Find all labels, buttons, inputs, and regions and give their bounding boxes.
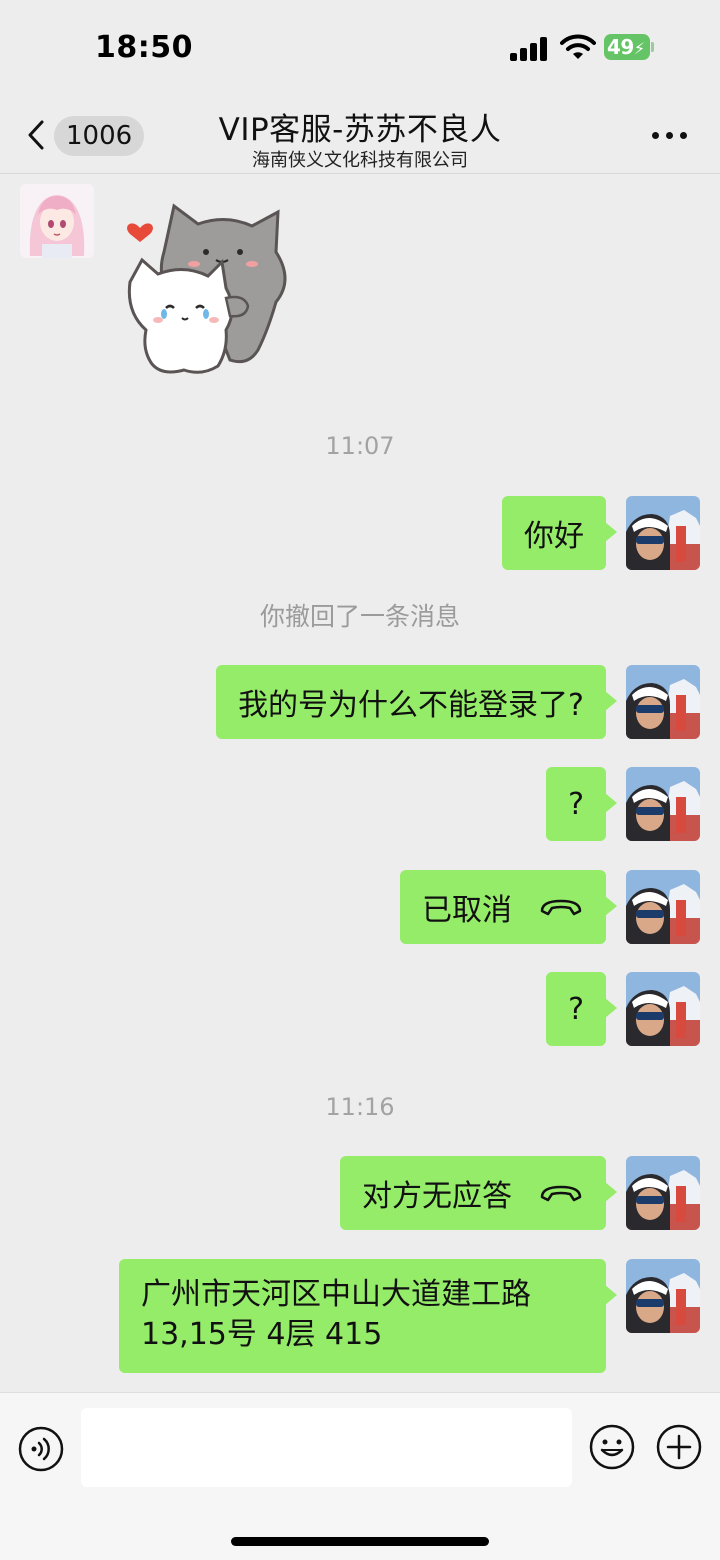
message-text: 你好 [524,519,584,554]
battery-level: 49 [607,35,634,59]
cellular-signal-icon [510,37,550,61]
plus-icon[interactable] [656,1424,702,1470]
call-record-bubble[interactable]: 已取消 [400,870,617,944]
voice-icon[interactable] [18,1426,64,1472]
message-text: 已取消 [422,893,512,928]
phone-hangup-icon [540,899,582,916]
status-time: 18:50 [95,30,193,65]
recall-notice: 你撤回了一条消息 [259,602,460,631]
message-bubble[interactable]: 我的号为什么不能登录了? [216,665,617,739]
contact-avatar[interactable] [20,184,94,258]
my-avatar[interactable] [626,665,700,739]
message-text: ? [568,786,584,822]
my-avatar[interactable] [626,496,700,570]
battery-icon: 49⚡ [604,34,654,60]
my-avatar[interactable] [626,767,700,841]
timestamp: 11:16 [325,1093,395,1121]
status-bar: 18:50 49⚡ [0,0,720,92]
message-input[interactable] [81,1408,572,1487]
input-bar [0,1392,720,1560]
message-bubble[interactable]: ? [546,972,617,1046]
chat-title: VIP客服-苏苏不良人 [218,112,502,148]
my-avatar[interactable] [626,972,700,1046]
message-text: ? [568,991,584,1027]
more-options-icon[interactable] [650,130,690,140]
chat-header: 1006 VIP客服-苏苏不良人 海南侠义文化科技有限公司 [0,92,720,174]
my-avatar[interactable] [626,1156,700,1230]
message-text: 对方无应答 [362,1179,512,1214]
message-bubble[interactable]: ? [546,767,617,841]
timestamp: 11:07 [325,432,395,460]
message-bubble[interactable]: 广州市天河区中山大道建工路 13,15号 4层 415 [119,1259,617,1373]
message-text-line: 13,15号 4层 415 [141,1317,383,1352]
home-indicator[interactable] [231,1537,489,1546]
phone-hangup-icon [540,1185,582,1202]
my-avatar[interactable] [626,1259,700,1333]
cat-hug-sticker[interactable] [118,190,308,380]
call-record-bubble[interactable]: 对方无应答 [340,1156,617,1230]
chat-subtitle: 海南侠义文化科技有限公司 [252,150,468,171]
wifi-icon [560,34,596,59]
emoji-icon[interactable] [588,1423,636,1471]
message-text: 我的号为什么不能登录了? [238,688,584,723]
my-avatar[interactable] [626,870,700,944]
message-text-line: 广州市天河区中山大道建工路 [141,1277,531,1312]
message-bubble[interactable]: 你好 [502,496,617,570]
